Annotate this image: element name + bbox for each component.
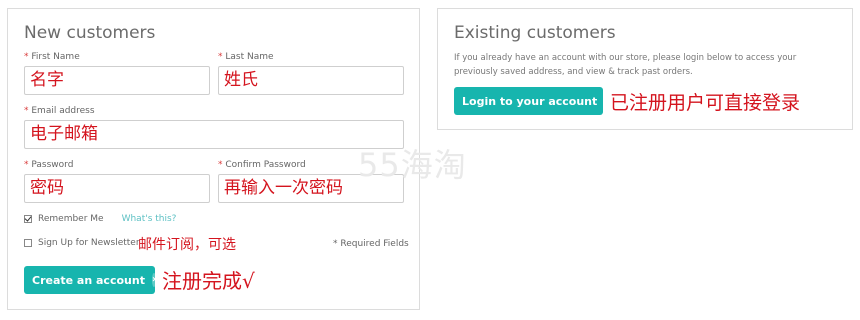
newsletter-row: Sign Up for Newsletter	[24, 238, 140, 248]
new-customers-title: New customers	[24, 23, 156, 43]
confirm-password-label: * Confirm Password	[218, 160, 306, 170]
email-label: * Email address	[24, 106, 95, 116]
create-account-annotation: 注册完成√	[162, 269, 255, 293]
create-account-button[interactable]: Create an account ›	[24, 266, 157, 294]
existing-customers-description: If you already have an account with our …	[454, 53, 797, 77]
create-account-label: Create an account	[32, 273, 145, 287]
first-name-input[interactable]: 名字	[24, 66, 210, 95]
login-button[interactable]: Login to your account ›	[454, 87, 609, 115]
remember-me-checkbox[interactable]	[24, 215, 32, 223]
required-fields-note: * Required Fields	[333, 239, 409, 249]
last-name-label: * Last Name	[218, 52, 274, 62]
remember-me-row: Remember Me What's this?	[24, 214, 176, 224]
chevron-right-icon: ›	[151, 273, 157, 287]
newsletter-annotation: 邮件订阅，可选	[138, 237, 236, 253]
last-name-input[interactable]: 姓氏	[218, 66, 404, 95]
newsletter-label: Sign Up for Newsletter	[38, 238, 140, 248]
first-name-label: * First Name	[24, 52, 80, 62]
watermark-logo: 55海淘	[358, 146, 467, 184]
existing-customers-panel: Existing customers If you already have a…	[437, 8, 853, 130]
existing-customers-title: Existing customers	[454, 23, 616, 43]
password-label: * Password	[24, 160, 74, 170]
password-input[interactable]: 密码	[24, 174, 210, 203]
email-input[interactable]: 电子邮箱	[24, 120, 404, 149]
login-annotation: 已注册用户可直接登录	[610, 92, 801, 114]
remember-me-label: Remember Me	[38, 214, 104, 224]
login-label: Login to your account	[462, 94, 598, 108]
chevron-right-icon: ›	[604, 94, 609, 108]
whats-this-link[interactable]: What's this?	[122, 214, 177, 224]
newsletter-checkbox[interactable]	[24, 239, 32, 247]
